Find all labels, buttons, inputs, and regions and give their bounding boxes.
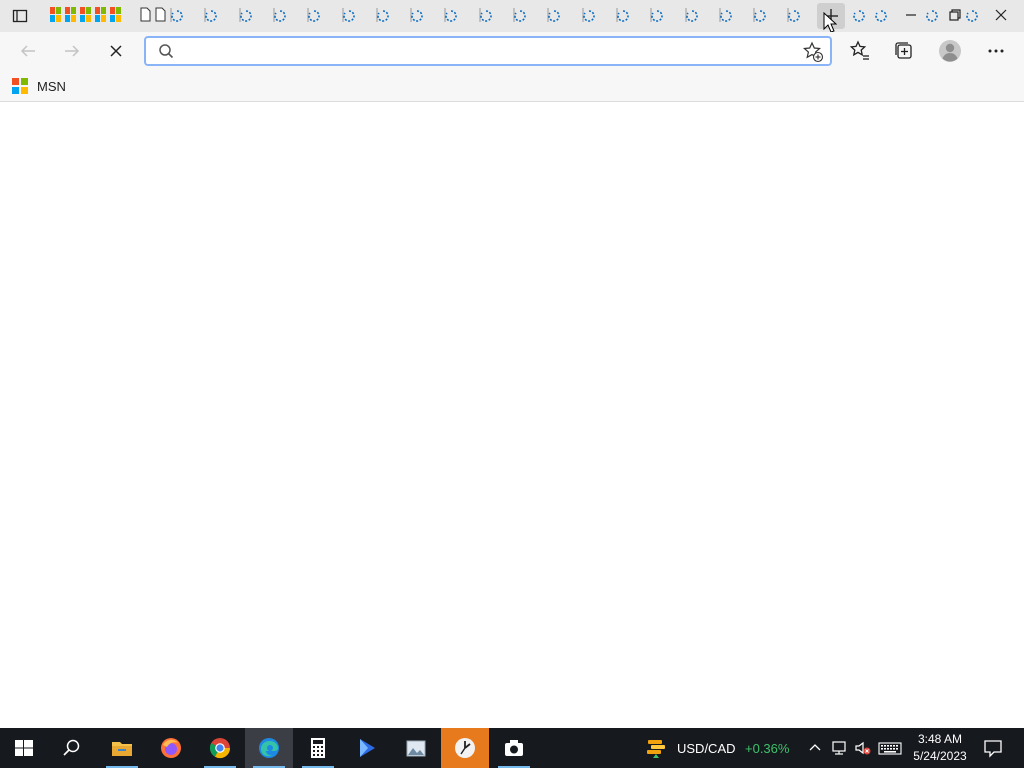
loading-tab[interactable] [342,6,356,24]
loading-tab[interactable] [204,6,218,24]
page-content [0,103,1024,728]
loading-tab[interactable] [479,6,493,24]
taskbar-clock[interactable] [441,728,489,768]
loading-tab[interactable] [582,6,596,24]
loading-tab[interactable] [273,6,287,24]
ticker-change: +0.36% [745,741,790,756]
restore-icon[interactable] [941,3,969,27]
keyboard-icon[interactable] [878,739,902,757]
taskbar-chrome[interactable] [196,728,244,768]
pinned-tab-msn[interactable] [50,7,62,23]
collections-icon[interactable] [890,37,918,65]
pinned-tab-msn[interactable] [95,7,107,23]
loading-tab[interactable] [307,6,321,24]
favorite-label: MSN [37,78,66,94]
loading-tab[interactable] [616,6,630,24]
minimize-icon[interactable] [897,3,925,27]
tab-actions-icon[interactable] [12,8,28,24]
pinned-tab-msn[interactable] [110,7,122,23]
search-icon [63,739,80,756]
loading-tab[interactable] [410,6,424,24]
taskbar-camera[interactable] [490,728,538,768]
taskbar-power-automate[interactable] [343,728,391,768]
photos-icon [406,740,426,757]
volume-muted-icon[interactable] [854,739,872,757]
camera-icon [505,740,523,756]
windows-logo-icon [15,740,33,756]
browser-window: MSN [0,0,1024,728]
loading-tab[interactable] [852,6,866,24]
add-favorite-icon[interactable] [802,41,824,63]
firefox-icon [161,738,181,758]
loading-tab[interactable] [650,6,664,24]
browser-toolbar [0,32,1024,70]
mouse-cursor-icon [823,12,837,33]
clock-time: 3:48 AM [917,732,963,746]
document-tab-icon[interactable] [140,7,151,22]
document-tab-icon[interactable] [155,7,166,22]
calculator-icon [311,738,325,758]
loading-tab[interactable] [787,6,801,24]
taskbar-photos[interactable] [392,728,440,768]
search-button[interactable] [48,728,96,768]
loading-tab[interactable] [547,6,561,24]
favorite-msn-link[interactable]: MSN [12,75,66,97]
taskbar: USD/CAD +0.36% 3:48 AM 5/24/2023 [0,728,1024,768]
loading-tab[interactable] [925,6,939,24]
loading-tab[interactable] [753,6,767,24]
loading-tab[interactable] [239,6,253,24]
taskbar-firefox[interactable] [147,728,195,768]
system-clock[interactable]: 3:48 AM 5/24/2023 [906,731,974,765]
favorites-bar: MSN [0,70,1024,102]
loading-tab[interactable] [170,6,184,24]
clock-icon [455,738,475,758]
stock-ticker-widget[interactable]: USD/CAD +0.36% [640,728,800,768]
search-icon [159,44,174,59]
tab-strip [0,0,1024,33]
address-input[interactable] [182,42,782,60]
address-bar[interactable] [144,36,832,66]
currency-bars-icon [647,740,665,758]
ticker-symbol: USD/CAD [677,741,736,756]
edge-icon [259,738,279,758]
loading-tab[interactable] [444,6,458,24]
start-button[interactable] [0,728,48,768]
stop-loading-icon[interactable] [102,37,130,65]
clock-date: 5/24/2023 [913,749,967,763]
loading-tab[interactable] [719,6,733,24]
chevron-up-icon[interactable] [806,739,824,757]
power-automate-icon [360,739,375,757]
taskbar-edge[interactable] [245,728,293,768]
taskbar-calculator[interactable] [294,728,342,768]
pinned-tab-msn[interactable] [65,7,77,23]
folder-icon [112,742,132,756]
favorites-icon[interactable] [846,37,874,65]
profile-avatar-icon[interactable] [936,37,964,65]
network-icon[interactable] [830,739,848,757]
back-icon[interactable] [14,37,42,65]
microsoft-logo-icon [12,78,28,94]
pinned-tab-msn[interactable] [80,7,92,23]
taskbar-file-explorer[interactable] [98,728,146,768]
loading-tab[interactable] [376,6,390,24]
chrome-icon [209,738,231,759]
close-window-icon[interactable] [987,3,1015,27]
loading-tab[interactable] [874,6,888,24]
more-menu-icon[interactable] [982,37,1010,65]
notification-icon[interactable] [983,738,1003,758]
forward-icon[interactable] [58,37,86,65]
loading-tab[interactable] [685,6,699,24]
loading-tab[interactable] [513,6,527,24]
